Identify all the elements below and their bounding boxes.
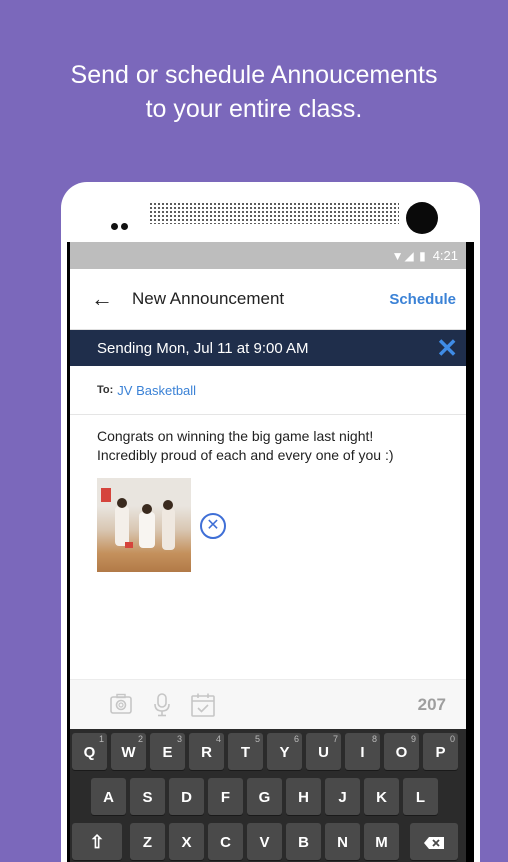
shift-icon[interactable]: ⇧ — [72, 823, 122, 860]
headline-line-1: Send or schedule Annoucements — [70, 61, 438, 89]
photo-attachment: ✕ — [97, 478, 466, 574]
camera-icon[interactable] — [108, 692, 134, 718]
message-line-2: Incredibly proud of each and every one o… — [97, 447, 394, 463]
key-m[interactable]: M — [364, 823, 399, 860]
composer-toolbar: 207 — [70, 679, 466, 730]
app-screen: ▼◢ ▮ 4:21 ← New Announcement Schedule Se… — [70, 242, 466, 862]
key-w[interactable]: 2W — [111, 733, 146, 770]
schedule-button[interactable]: Schedule — [389, 291, 456, 308]
remove-attachment-icon[interactable]: ✕ — [200, 513, 226, 539]
key-r[interactable]: 4R — [189, 733, 224, 770]
front-camera-icon — [406, 202, 438, 234]
speaker-grille-icon — [149, 202, 399, 224]
key-v[interactable]: V — [247, 823, 282, 860]
phone-screen: ▼◢ ▮ 4:21 ← New Announcement Schedule Se… — [67, 242, 474, 862]
calendar-icon[interactable] — [190, 692, 216, 718]
keyboard-row-3: ⇧ Z X C V B N M — [70, 823, 466, 862]
backspace-icon[interactable] — [410, 823, 458, 860]
app-bar: ← New Announcement Schedule — [70, 269, 466, 330]
key-s[interactable]: S — [130, 778, 165, 815]
on-screen-keyboard: 1Q 2W 3E 4R 5T 6Y 7U 8I 9O 0P A S D F G — [70, 729, 466, 862]
key-z[interactable]: Z — [130, 823, 165, 860]
recipient-row[interactable]: To: JV Basketball — [70, 366, 466, 415]
key-c[interactable]: C — [208, 823, 243, 860]
key-n[interactable]: N — [325, 823, 360, 860]
back-arrow-icon[interactable]: ← — [82, 286, 122, 312]
headline: Send or schedule Annoucements to your en… — [0, 58, 508, 126]
key-q[interactable]: 1Q — [72, 733, 107, 770]
key-h[interactable]: H — [286, 778, 321, 815]
key-a[interactable]: A — [91, 778, 126, 815]
page-title: New Announcement — [132, 289, 285, 308]
status-time: 4:21 — [432, 248, 458, 263]
key-g[interactable]: G — [247, 778, 282, 815]
key-l[interactable]: L — [403, 778, 438, 815]
key-p[interactable]: 0P — [423, 733, 458, 770]
message-line-1: Congrats on winning the big game last ni… — [97, 428, 374, 444]
keyboard-row-1: 1Q 2W 3E 4R 5T 6Y 7U 8I 9O 0P — [70, 733, 466, 773]
message-input[interactable]: Congrats on winning the big game last ni… — [70, 415, 466, 465]
key-e[interactable]: 3E — [150, 733, 185, 770]
character-count: 207 — [417, 695, 446, 714]
keyboard-row-2: A S D F G H J K L — [70, 778, 466, 818]
recipient-value[interactable]: JV Basketball — [117, 383, 196, 398]
status-bar: ▼◢ ▮ 4:21 — [70, 242, 466, 269]
headline-line-2: to your entire class. — [145, 95, 363, 123]
signal-battery-icon: ▼◢ ▮ — [391, 248, 427, 263]
key-o[interactable]: 9O — [384, 733, 419, 770]
sensor-dots-icon — [111, 217, 131, 235]
key-b[interactable]: B — [286, 823, 321, 860]
key-x[interactable]: X — [169, 823, 204, 860]
key-y[interactable]: 6Y — [267, 733, 302, 770]
key-d[interactable]: D — [169, 778, 204, 815]
phone-top-bezel — [61, 182, 480, 242]
key-t[interactable]: 5T — [228, 733, 263, 770]
scheduled-send-banner: Sending Mon, Jul 11 at 9:00 AM ✕ — [70, 330, 466, 366]
scheduled-send-text: Sending Mon, Jul 11 at 9:00 AM — [97, 339, 309, 357]
phone-frame: ▼◢ ▮ 4:21 ← New Announcement Schedule Se… — [61, 182, 480, 862]
recipient-label: To: — [97, 384, 114, 396]
microphone-icon[interactable] — [149, 692, 175, 718]
attached-photo[interactable] — [97, 478, 191, 572]
key-u[interactable]: 7U — [306, 733, 341, 770]
close-icon[interactable]: ✕ — [436, 335, 458, 361]
key-f[interactable]: F — [208, 778, 243, 815]
key-j[interactable]: J — [325, 778, 360, 815]
key-k[interactable]: K — [364, 778, 399, 815]
key-i[interactable]: 8I — [345, 733, 380, 770]
